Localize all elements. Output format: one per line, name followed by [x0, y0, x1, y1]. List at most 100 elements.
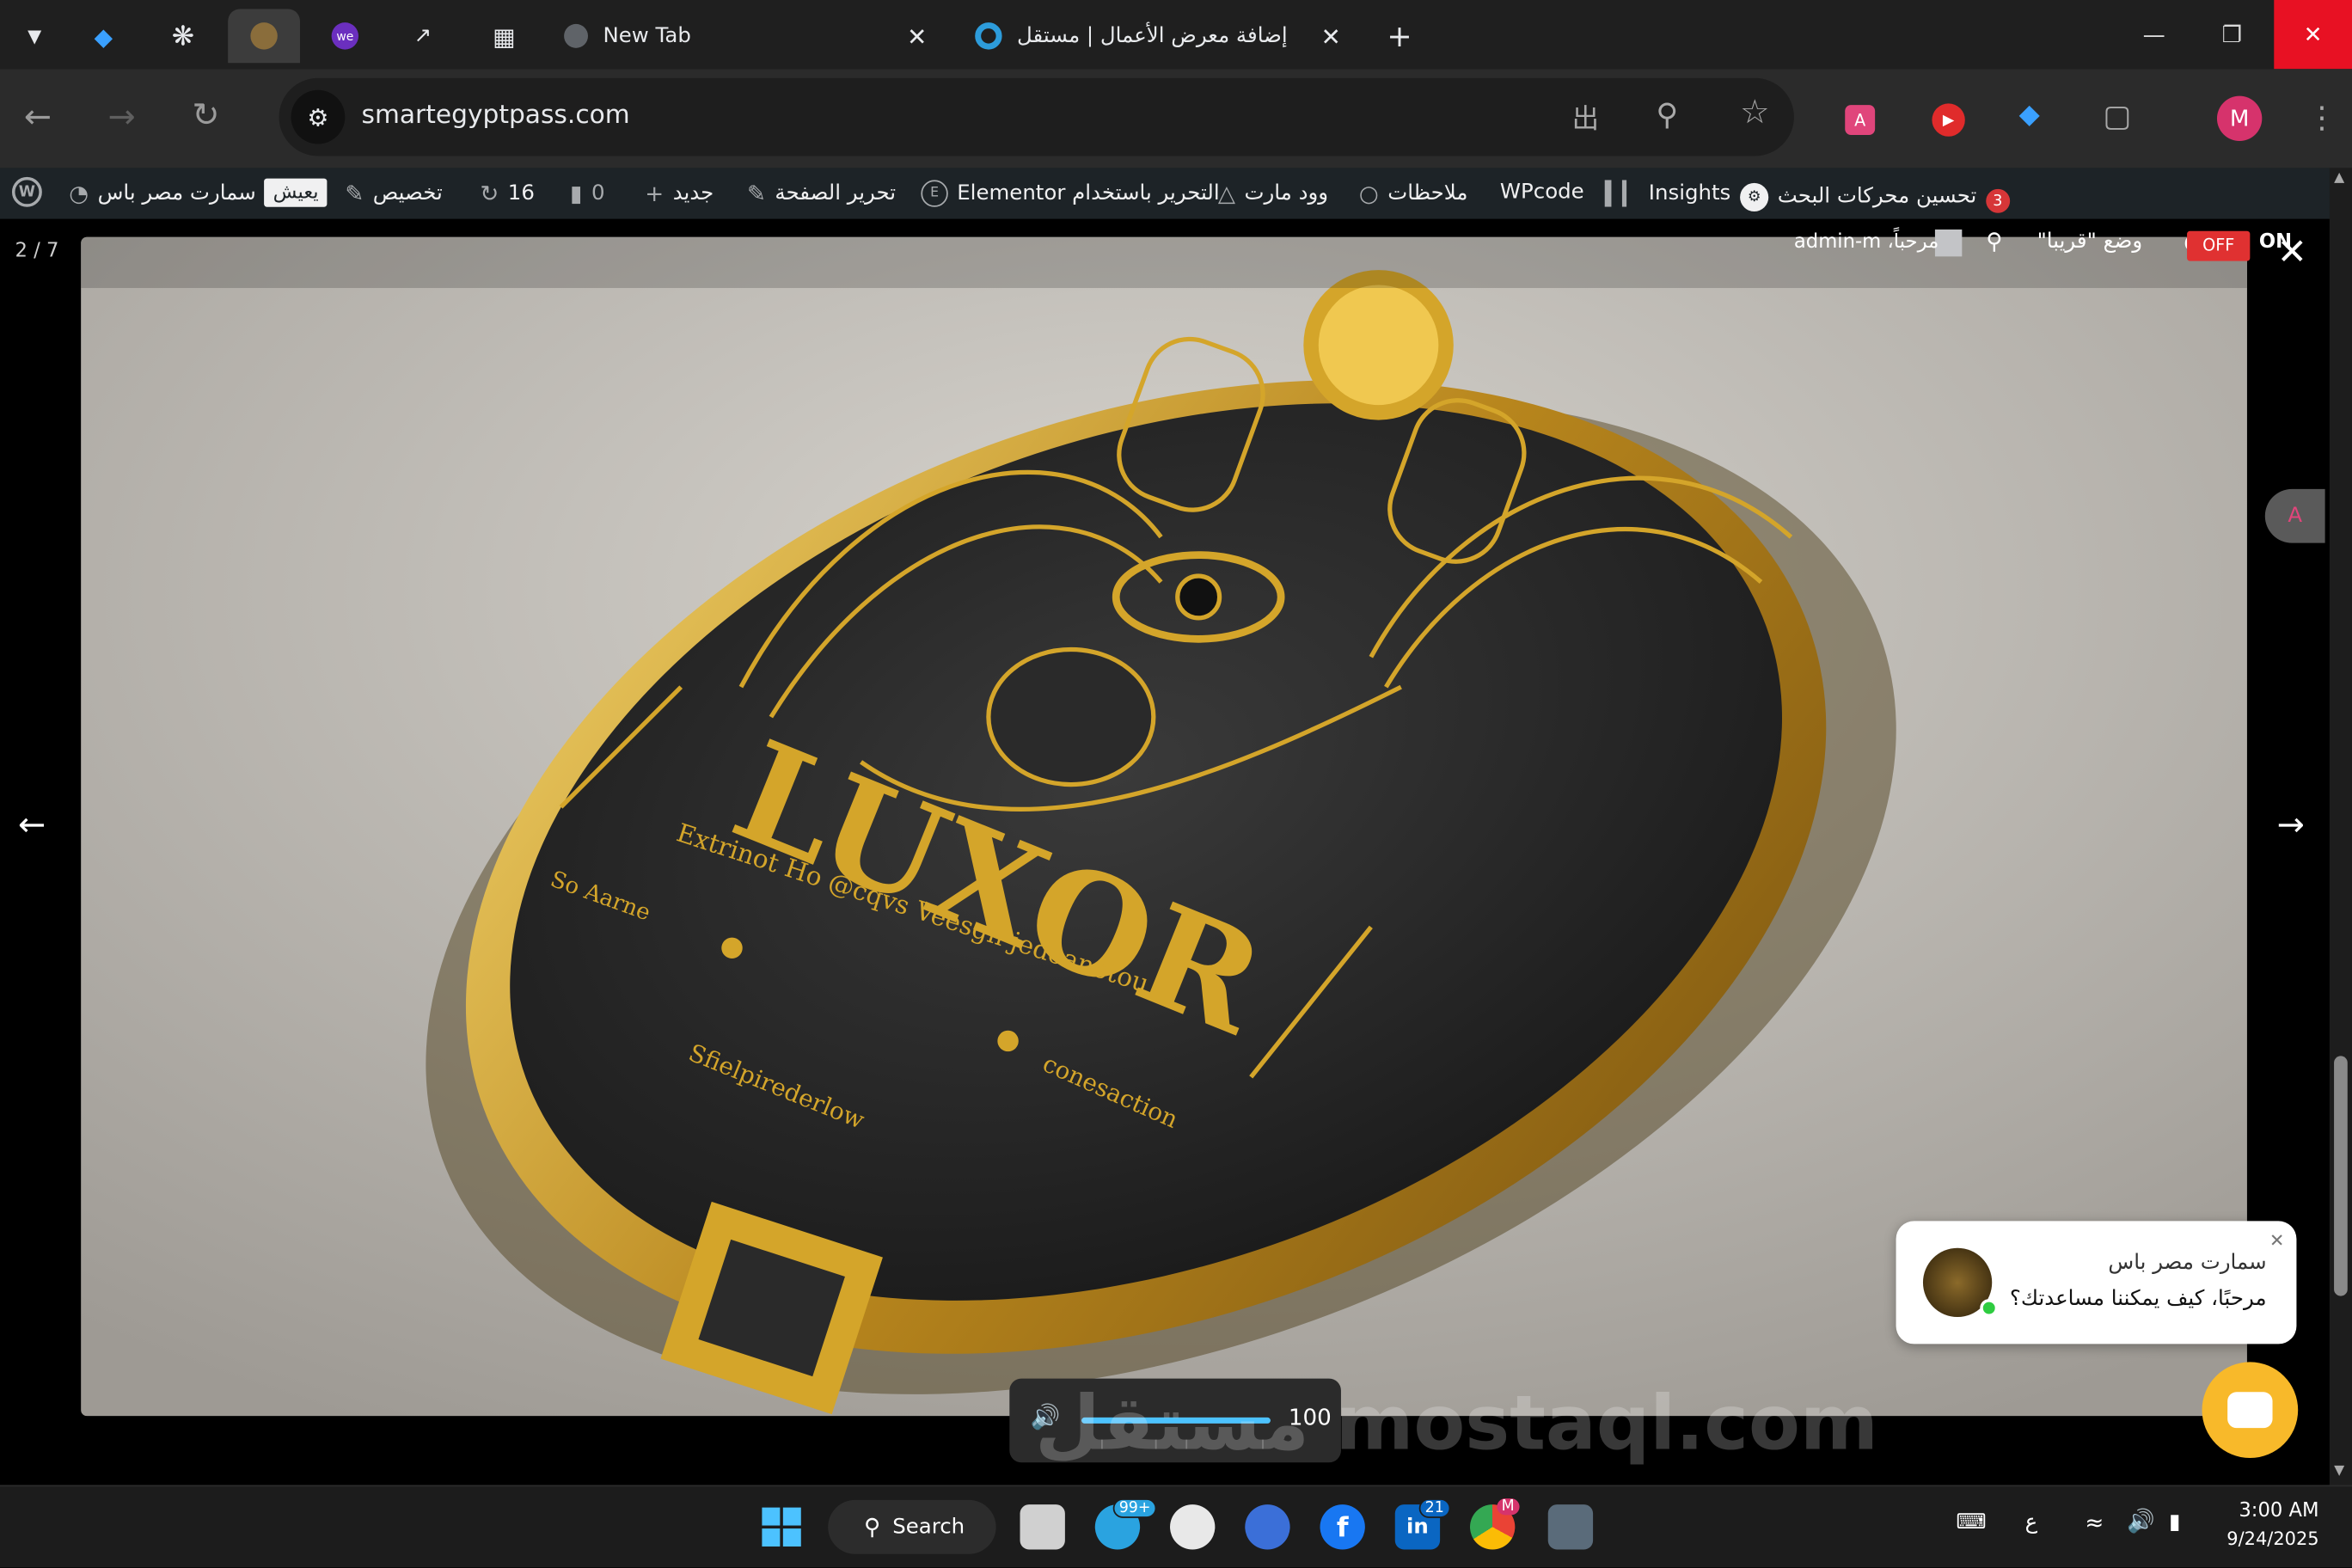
- openai-icon: ❋: [171, 20, 195, 52]
- scroll-down-icon[interactable]: ▼: [2334, 1464, 2344, 1479]
- tab-pinned-5[interactable]: ↗: [390, 9, 456, 63]
- tab-title: إضافة معرض الأعمال | مستقل: [1017, 23, 1288, 48]
- tab-pinned-6[interactable]: ▦: [468, 9, 540, 63]
- translate-float-icon[interactable]: A: [2264, 488, 2325, 543]
- elementor-icon: E: [921, 180, 948, 207]
- previous-arrow-icon[interactable]: ←: [18, 807, 46, 845]
- reload-icon[interactable]: ↻: [192, 97, 219, 135]
- slide-counter: 2 / 7: [15, 240, 59, 263]
- menu-kebab-icon[interactable]: ⋮: [2307, 99, 2337, 135]
- star-icon[interactable]: ☆: [1740, 95, 1769, 132]
- minimize-icon: —: [2142, 21, 2165, 48]
- wifi-icon[interactable]: ≈: [2085, 1509, 2104, 1535]
- wordpress-logo[interactable]: W: [11, 176, 42, 207]
- plus-icon: +: [645, 180, 665, 207]
- chrome-profile-badge: M: [1497, 1498, 1519, 1516]
- insights-link[interactable]: ▍▎ Insights: [1605, 180, 1730, 206]
- edit-page-link[interactable]: ✎ تحرير الصفحة: [747, 180, 896, 206]
- app-icon[interactable]: [1547, 1504, 1594, 1550]
- plus-icon: +: [1387, 17, 1412, 54]
- tab-mostaql[interactable]: إضافة معرض الأعمال | مستقل ✕: [960, 9, 1363, 63]
- seo-link[interactable]: ⚙ تحسين محركات البحث 3: [1740, 180, 2010, 213]
- close-icon[interactable]: ✕: [1321, 21, 1341, 50]
- clock-date[interactable]: 9/24/2025: [2220, 1528, 2318, 1549]
- close-icon[interactable]: ✕: [907, 21, 927, 50]
- pencil-icon: ✎: [746, 180, 766, 207]
- windows-icon: [762, 1507, 801, 1547]
- language-indicator[interactable]: ع: [2025, 1510, 2038, 1534]
- taskbar-search[interactable]: ⚲ Search: [828, 1499, 996, 1554]
- chat-greeting-popup[interactable]: سمارت مصر باس مرحبًا، كيف يمكننا مساعدتك…: [1896, 1221, 2297, 1344]
- translate-icon[interactable]: 出: [1572, 97, 1599, 136]
- tab-search-button[interactable]: ▼: [9, 9, 59, 63]
- woodmart-link[interactable]: △ وود مارت: [1218, 180, 1328, 206]
- close-icon[interactable]: ✕: [2269, 1230, 2285, 1251]
- site-settings-icon[interactable]: ⚙: [291, 89, 346, 144]
- updates-link[interactable]: ↻ 16: [480, 180, 535, 206]
- forward-icon[interactable]: →: [108, 99, 136, 137]
- image-lightbox: 2 / 7 LUXOR Extrinot Ho @cqvs Veesgn jed…: [0, 218, 2352, 1485]
- online-status-icon: [1980, 1299, 1999, 1318]
- admin-greeting[interactable]: مرحباً، admin-m: [1794, 231, 1939, 254]
- comments-link[interactable]: ▮ 0: [570, 180, 604, 206]
- keyboard-icon[interactable]: ⌨: [1956, 1510, 1986, 1534]
- scrollbar-thumb[interactable]: [2334, 1056, 2348, 1296]
- brush-icon: ✎: [345, 180, 364, 207]
- tab-pinned-3[interactable]: [228, 9, 300, 64]
- tab-pinned-2[interactable]: ❋: [150, 9, 216, 63]
- tab-pinned-4[interactable]: we: [312, 9, 378, 63]
- search-icon: ⚲: [864, 1513, 881, 1541]
- facebook-icon[interactable]: f: [1320, 1504, 1365, 1550]
- new-content-link[interactable]: + جديد: [645, 180, 714, 206]
- maintenance-mode-label[interactable]: وضع "قريبا": [2037, 230, 2143, 254]
- zoom-icon[interactable]: ⚲: [1656, 96, 1678, 132]
- live-badge: يعيش: [264, 178, 328, 207]
- seo-icon: ⚙: [1740, 182, 1769, 211]
- back-icon[interactable]: ←: [24, 99, 52, 137]
- start-button[interactable]: [759, 1504, 804, 1549]
- mostaql-watermark: مستقل mostaql.com: [1034, 1380, 1878, 1467]
- telegram-badge: 99+: [1112, 1498, 1157, 1518]
- notes-link[interactable]: ○ ملاحظات: [1359, 180, 1468, 206]
- scroll-up-icon[interactable]: ▲: [2334, 171, 2344, 186]
- chat-launcher-button[interactable]: [2202, 1362, 2299, 1459]
- close-window-button[interactable]: ✕: [2274, 0, 2352, 70]
- search-icon[interactable]: ⚲: [1986, 228, 2002, 254]
- youtube-extension-icon[interactable]: ▶: [1932, 103, 1965, 137]
- comment-icon: ▮: [570, 180, 583, 207]
- address-bar[interactable]: ⚙ smartegyptpass.com 出 ⚲ ☆: [279, 77, 1794, 156]
- extensions-puzzle-icon[interactable]: ▢: [2103, 97, 2131, 133]
- customize-link[interactable]: ✎ تخصيص: [345, 180, 442, 206]
- new-tab-button[interactable]: +: [1374, 9, 1424, 63]
- gem-extension-icon[interactable]: ◆: [2019, 99, 2040, 131]
- tab-new-tab[interactable]: New Tab ✕: [549, 9, 948, 63]
- contacts-icon[interactable]: [1245, 1504, 1290, 1550]
- tab-pinned-1[interactable]: ◆: [72, 9, 135, 63]
- task-view-icon[interactable]: [1020, 1504, 1065, 1550]
- close-icon[interactable]: ✕: [2277, 231, 2307, 273]
- maintenance-off-badge[interactable]: OFF: [2187, 230, 2251, 261]
- chrome-icon: [564, 23, 589, 48]
- admin-avatar[interactable]: [1934, 229, 1963, 257]
- minimize-button[interactable]: —: [2115, 0, 2193, 69]
- elementor-link[interactable]: E التحرير باستخدام Elementor: [921, 180, 1220, 207]
- site-favicon-icon: [250, 22, 278, 50]
- page-scrollbar[interactable]: ▲ ▼: [2329, 168, 2352, 1485]
- chat-message: مرحبًا، كيف يمكننا مساعدتك؟: [2009, 1287, 2267, 1312]
- restore-button[interactable]: ❐: [2193, 0, 2271, 69]
- share-icon: ↗: [413, 23, 432, 48]
- translate-extension-icon[interactable]: A: [1845, 105, 1876, 136]
- wp-admin-bar: W ◔ سمارت مصر باس يعيش ✎ تخصيص ↻ 16 ▮ 0 + جدي…: [0, 168, 2352, 219]
- clock-time[interactable]: 3:00 AM: [2226, 1500, 2318, 1522]
- woodmart-icon: △: [1217, 180, 1236, 207]
- seo-count-badge: 3: [1985, 188, 2010, 213]
- site-name-link[interactable]: ◔ سمارت مصر باس: [69, 180, 255, 206]
- profile-avatar[interactable]: M: [2216, 95, 2263, 142]
- next-arrow-icon[interactable]: →: [2277, 807, 2305, 845]
- battery-icon[interactable]: ▮: [2169, 1510, 2180, 1534]
- clock-app-icon[interactable]: [1170, 1504, 1216, 1550]
- volume-icon[interactable]: 🔊: [2127, 1508, 2155, 1534]
- wpcode-link[interactable]: WPcode: [1500, 180, 1584, 204]
- dashboard-icon: ◔: [69, 180, 89, 207]
- tab-title: New Tab: [603, 23, 691, 48]
